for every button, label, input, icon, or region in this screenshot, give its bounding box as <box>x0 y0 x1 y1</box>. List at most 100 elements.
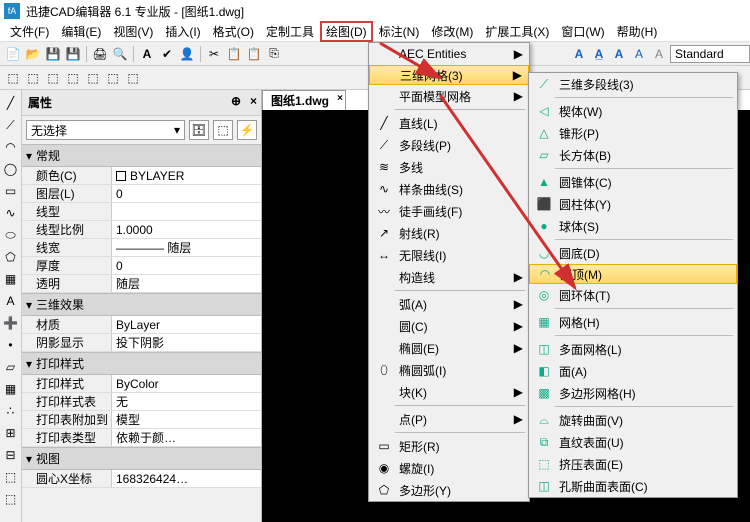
menu-cyl[interactable]: ⬛圆柱体(Y) <box>529 193 737 215</box>
misc4-icon[interactable]: ⬚ <box>2 490 20 508</box>
menu-window[interactable]: 窗口(W) <box>555 21 610 42</box>
prop-lweight-value[interactable]: ———— 随层 <box>112 239 261 256</box>
menu-point[interactable]: 点(P)▶ <box>369 408 529 430</box>
text-icon[interactable]: A <box>2 292 20 310</box>
layer4-icon[interactable]: ⬚ <box>64 69 82 87</box>
menu-spline[interactable]: ∿样条曲线(S) <box>369 178 529 200</box>
saveas-icon[interactable]: 💾 <box>64 45 82 63</box>
menu-line[interactable]: ╱直线(L) <box>369 112 529 134</box>
find-icon[interactable]: A <box>138 45 156 63</box>
user-icon[interactable]: 👤 <box>178 45 196 63</box>
prop-ltscale-value[interactable]: 1.0000 <box>112 221 261 238</box>
menu-revsurf[interactable]: ⌓旋转曲面(V) <box>529 409 737 431</box>
menu-3dmesh[interactable]: 三维网格(3)▶ <box>369 65 529 85</box>
prop-ltype-value[interactable] <box>112 203 261 220</box>
preview-icon[interactable]: 🔍 <box>111 45 129 63</box>
selection-combo[interactable]: 无选择▾ <box>26 120 185 140</box>
prop-color-value[interactable]: BYLAYER <box>112 167 261 184</box>
point-icon[interactable]: • <box>2 336 20 354</box>
pin-icon[interactable]: ⊕ <box>231 94 241 108</box>
menu-pline3d[interactable]: ⟋三维多段线(3) <box>529 73 737 95</box>
layer7-icon[interactable]: ⬚ <box>124 69 142 87</box>
new-icon[interactable]: 📄 <box>4 45 22 63</box>
close-icon[interactable]: × <box>250 94 257 108</box>
menu-coons[interactable]: ◫孔斯曲面表面(C) <box>529 475 737 497</box>
rect-icon[interactable]: ▭ <box>2 182 20 200</box>
clone-icon[interactable]: ⎘ <box>265 45 283 63</box>
menu-spiral[interactable]: ◉螺旋(I) <box>369 457 529 479</box>
menu-rulesurf[interactable]: ⧉直纹表面(U) <box>529 431 737 453</box>
menu-rect[interactable]: ▭矩形(R) <box>369 435 529 457</box>
menu-polymesh[interactable]: ▩多边形网格(H) <box>529 382 737 404</box>
circle-icon[interactable]: ◯ <box>2 160 20 178</box>
menu-extrsurf[interactable]: ⬚挤压表面(E) <box>529 453 737 475</box>
line-icon[interactable]: ╱ <box>2 94 20 112</box>
menu-arc[interactable]: 弧(A)▶ <box>369 293 529 315</box>
menu-insert[interactable]: 插入(I) <box>159 21 206 42</box>
quickselect-icon[interactable]: ⚡ <box>237 120 257 140</box>
region-icon[interactable]: ▱ <box>2 358 20 376</box>
menu-customtools[interactable]: 定制工具 <box>260 21 320 42</box>
layer2-icon[interactable]: ⬚ <box>24 69 42 87</box>
cat-print[interactable]: ▾打印样式 <box>22 352 261 375</box>
curve-icon[interactable]: ∿ <box>2 204 20 222</box>
layer5-icon[interactable]: ⬚ <box>84 69 102 87</box>
layer6-icon[interactable]: ⬚ <box>104 69 122 87</box>
cat-fx[interactable]: ▾三维效果 <box>22 293 261 316</box>
prop-pattach-value[interactable]: 模型 <box>112 411 261 428</box>
menu-mesh[interactable]: ▦网格(H) <box>529 311 737 333</box>
menu-earc[interactable]: ⬯椭圆弧(I) <box>369 359 529 381</box>
arc-icon[interactable]: ◠ <box>2 138 20 156</box>
pointcl-icon[interactable]: ∴ <box>2 402 20 420</box>
cut-icon[interactable]: ✂ <box>205 45 223 63</box>
tab-close-icon[interactable]: × <box>337 93 343 104</box>
menu-circle[interactable]: 圆(C)▶ <box>369 315 529 337</box>
menu-aec[interactable]: AEC Entities▶ <box>369 43 529 65</box>
save-icon[interactable]: 💾 <box>44 45 62 63</box>
copy-icon[interactable]: 📋 <box>225 45 243 63</box>
menu-view[interactable]: 视图(V) <box>107 21 159 42</box>
menu-modify[interactable]: 修改(M) <box>425 21 479 42</box>
misc1-icon[interactable]: ⊞ <box>2 424 20 442</box>
select-icon[interactable]: ⬚ <box>213 120 233 140</box>
menu-ray[interactable]: ↗射线(R) <box>369 222 529 244</box>
cat-general[interactable]: ▾常规 <box>22 144 261 167</box>
text-ao-icon[interactable]: A <box>630 45 648 63</box>
menu-ellipse[interactable]: 椭圆(E)▶ <box>369 337 529 359</box>
prop-ptype-value[interactable]: 依赖于颜… <box>112 429 261 446</box>
menu-box[interactable]: ▱长方体(B) <box>529 144 737 166</box>
text-a-icon[interactable]: A <box>570 45 588 63</box>
layer3-icon[interactable]: ⬚ <box>44 69 62 87</box>
table-icon[interactable]: ▦ <box>2 380 20 398</box>
menu-mline[interactable]: ≋多线 <box>369 156 529 178</box>
menu-pline[interactable]: ⟋多段线(P) <box>369 134 529 156</box>
prop-layer-value[interactable]: 0 <box>112 185 261 202</box>
menu-help[interactable]: 帮助(H) <box>611 21 664 42</box>
ellipse-icon[interactable]: ⬭ <box>2 226 20 244</box>
menu-constr[interactable]: 构造线▶ <box>369 266 529 288</box>
add-icon[interactable]: ➕ <box>2 314 20 332</box>
pline-icon[interactable]: ⟋ <box>2 116 20 134</box>
misc3-icon[interactable]: ⬚ <box>2 468 20 486</box>
prop-thick-value[interactable]: 0 <box>112 257 261 274</box>
text-ad-icon[interactable]: A <box>650 45 668 63</box>
prop-ptable-value[interactable]: 无 <box>112 393 261 410</box>
text-ai-icon[interactable]: A̲ <box>590 45 608 63</box>
menu-torus[interactable]: ◎圆环体(T) <box>529 284 737 306</box>
prop-mat-value[interactable]: ByLayer <box>112 316 261 333</box>
paste-icon[interactable]: 📋 <box>245 45 263 63</box>
menu-exttools[interactable]: 扩展工具(X) <box>479 21 555 42</box>
prop-pstyle-value[interactable]: ByColor <box>112 375 261 392</box>
prop-transp-value[interactable]: 随层 <box>112 275 261 292</box>
menu-pface[interactable]: ◫多面网格(L) <box>529 338 737 360</box>
spell-icon[interactable]: ✔ <box>158 45 176 63</box>
menu-freehand[interactable]: 〰徒手画线(F) <box>369 200 529 222</box>
menu-format[interactable]: 格式(O) <box>207 21 260 42</box>
document-tab[interactable]: 图纸1.dwg× <box>262 90 346 111</box>
menu-face[interactable]: ◧面(A) <box>529 360 737 382</box>
menu-draw[interactable]: 绘图(D) <box>320 21 373 42</box>
layer-icon[interactable]: ⬚ <box>4 69 22 87</box>
menu-block[interactable]: 块(K)▶ <box>369 381 529 403</box>
prop-shadow-value[interactable]: 投下阴影 <box>112 334 261 351</box>
menu-polygon[interactable]: ⬠多边形(Y) <box>369 479 529 501</box>
